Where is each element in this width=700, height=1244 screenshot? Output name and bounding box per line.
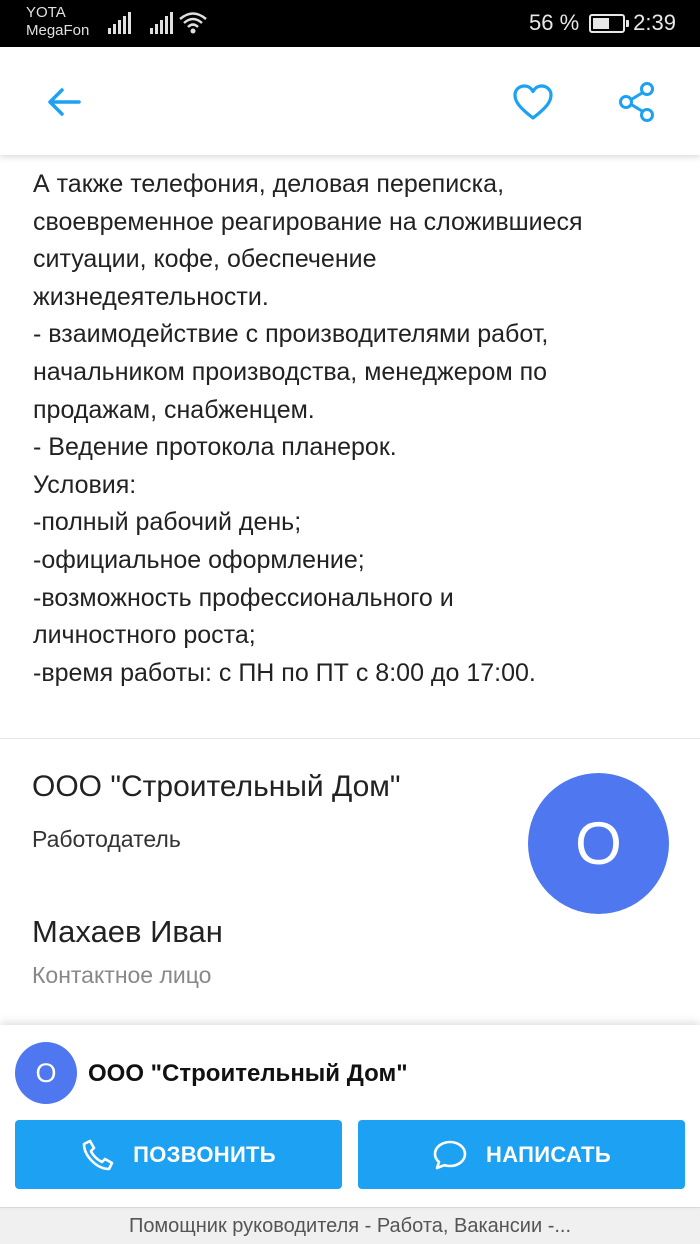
battery-percent: 56 % (529, 10, 580, 35)
write-button-label: НАПИСАТЬ (486, 1141, 611, 1167)
status-right: 56 % 2:39 (529, 10, 676, 36)
share-button[interactable] (612, 77, 662, 127)
status-bar: YOTA MegaFon 56 % 2:39 (0, 0, 700, 47)
employer-avatar[interactable]: О (528, 773, 669, 914)
vacancy-description: А также телефония, деловая переписка, сво… (33, 166, 673, 692)
carrier-2: MegaFon (26, 22, 90, 39)
call-button-label: ПОЗВОНИТЬ (133, 1141, 276, 1167)
write-button[interactable]: НАПИСАТЬ (358, 1120, 685, 1189)
carrier-labels: YOTA MegaFon (26, 4, 89, 40)
description-line: -официальное оформление; (33, 545, 365, 574)
description-line: Условия: (33, 470, 137, 499)
employer-name[interactable]: ООО "Строительный Дом" (32, 770, 401, 804)
description-line: -время работы: с ПН по ПТ с 8:00 до 17:0… (33, 658, 536, 687)
phone-icon (82, 1139, 114, 1170)
description-line: продажам, снабженцем. (33, 395, 315, 424)
description-line: ситуации, кофе, обеспечение (33, 245, 377, 274)
panel-avatar: О (15, 1042, 77, 1104)
description-line: своевременное реагирование на сложившиес… (33, 207, 583, 236)
contact-role-label: Контактное лицо (32, 962, 212, 988)
battery-icon (589, 13, 630, 33)
description-line: А также телефония, деловая переписка, (33, 170, 505, 198)
employer-role-label: Работодатель (32, 826, 181, 852)
battery-fill (593, 17, 609, 29)
employer-avatar-letter: О (575, 810, 622, 877)
call-button[interactable]: ПОЗВОНИТЬ (15, 1120, 342, 1189)
wifi-icon (179, 12, 207, 34)
signal-2-icon (150, 12, 174, 34)
heart-icon (513, 84, 553, 120)
bottom-contact-panel: О ООО "Строительный Дом" ПОЗВОНИТЬ НАПИС… (0, 1025, 700, 1207)
panel-company-name: ООО "Строительный Дом" (88, 1060, 408, 1087)
clock: 2:39 (633, 10, 676, 35)
description-line: жизнедеятельности. (33, 282, 269, 311)
description-line: -возможность профессионального и (33, 583, 454, 612)
carrier-1: YOTA (26, 4, 66, 21)
description-line: личностного роста; (33, 621, 256, 650)
description-line: начальником производства, менеджером по (33, 357, 548, 386)
section-divider (0, 738, 700, 739)
back-button[interactable] (38, 77, 88, 127)
description-line: - Ведение протокола планерок. (33, 433, 397, 462)
page-title-footer: Помощник руководителя - Работа, Вакансии… (0, 1207, 700, 1244)
favorite-button[interactable] (508, 77, 558, 127)
chat-bubble-icon (433, 1140, 467, 1169)
contact-name: Махаев Иван (32, 914, 223, 949)
panel-avatar-letter: О (35, 1057, 57, 1088)
share-icon (619, 82, 654, 122)
description-line: - взаимодействие с производителями работ… (33, 320, 549, 349)
signal-1-icon (108, 12, 132, 34)
app-bar (0, 47, 700, 155)
description-line: -полный рабочий день; (33, 508, 302, 537)
arrow-left-icon (48, 88, 81, 116)
